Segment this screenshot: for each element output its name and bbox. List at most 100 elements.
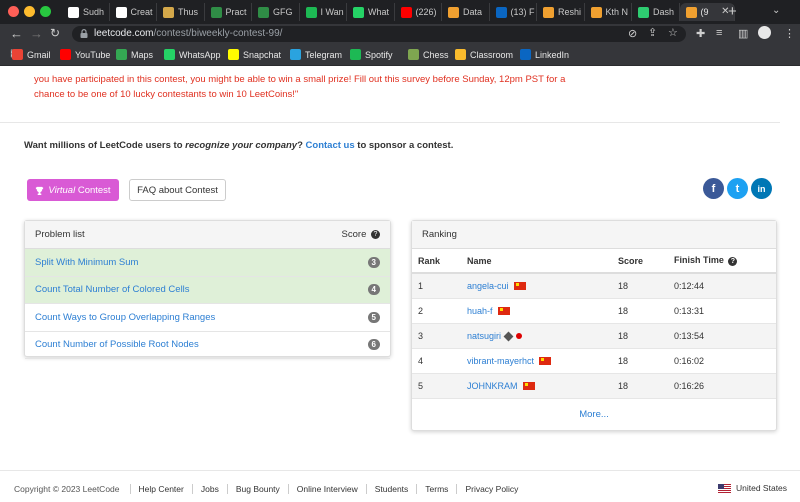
language-icon [503, 331, 514, 342]
linkedin-share-icon[interactable]: in [751, 178, 772, 199]
browser-tab[interactable]: Dash [632, 3, 680, 21]
problem-row[interactable]: Count Total Number of Colored Cells 4 [25, 276, 390, 304]
china-flag-icon [522, 382, 535, 391]
contact-us-link[interactable]: Contact us [306, 140, 355, 151]
whatsapp-icon [164, 49, 175, 60]
twitter-share-icon[interactable]: t [727, 178, 748, 199]
browser-tab[interactable]: Reshi [537, 3, 585, 21]
browser-tab[interactable]: Sudh [62, 3, 110, 21]
bookmark-whatsapp[interactable]: WhatsApp [164, 49, 221, 60]
browser-tab[interactable]: I Wan [300, 3, 347, 21]
tab-label: Sudh [83, 7, 105, 17]
bookmark-classroom[interactable]: Classroom [455, 49, 513, 60]
share-icon[interactable]: ⇪ [648, 26, 657, 39]
sponsor-suffix: to sponsor a contest. [354, 140, 454, 151]
browser-tab[interactable]: Creat [110, 3, 157, 21]
tab-favicon-icon [543, 6, 554, 18]
reload-button[interactable]: ↻ [50, 26, 60, 40]
bookmark-gmail[interactable]: Gmail [12, 49, 51, 60]
tab-favicon-icon [638, 6, 649, 18]
problem-row[interactable]: Count Ways to Group Overlapping Ranges 5 [25, 304, 390, 332]
tab-favicon-icon [115, 6, 127, 18]
footer-link-help-center[interactable]: Help Center [129, 484, 192, 494]
score-badge: 6 [367, 339, 380, 351]
tab-label: (9 [700, 7, 709, 17]
bookmark-telegram[interactable]: Telegram [290, 49, 342, 60]
problem-link[interactable]: Count Ways to Group Overlapping Ranges [35, 312, 215, 323]
help-icon[interactable]: ? [728, 256, 738, 266]
finish-time-cell: 0:16:26 [668, 372, 776, 398]
problem-link[interactable]: Split With Minimum Sum [35, 257, 138, 268]
browser-tab[interactable]: Pract [205, 3, 252, 21]
more-rankings-link[interactable]: More... [412, 398, 776, 430]
user-link[interactable]: angela-cui [461, 272, 612, 298]
browser-tab[interactable]: Thus [157, 3, 205, 21]
bookmark-label: Telegram [305, 49, 343, 60]
back-button[interactable]: ← [10, 26, 23, 41]
side-panel-icon[interactable]: ▥ [738, 27, 748, 40]
tab-label: Creat [130, 7, 153, 17]
tab-label: Pract [225, 7, 247, 17]
problem-row[interactable]: Split With Minimum Sum 3 [25, 249, 390, 277]
faq-button[interactable]: FAQ about Contest [129, 179, 226, 201]
ranking-row: 1 angela-cui 18 0:12:44 [412, 272, 776, 298]
browser-tab[interactable]: (226) [395, 3, 442, 21]
browser-tab[interactable]: (9 ✕ [679, 3, 735, 21]
trophy-icon [36, 186, 44, 195]
user-link[interactable]: vibrant-mayerhct [461, 347, 612, 373]
footer-link-privacy-policy[interactable]: Privacy Policy [456, 484, 526, 494]
browser-tab[interactable]: What [347, 3, 395, 21]
browser-tab[interactable]: Kth N [585, 3, 632, 21]
facebook-share-icon[interactable]: f [703, 178, 724, 199]
footer-link-students[interactable]: Students [365, 484, 417, 494]
footer-link-online-interview[interactable]: Online Interview [287, 484, 366, 494]
profile-avatar[interactable] [758, 26, 771, 39]
browser-tab[interactable]: (13) F [490, 3, 537, 21]
incognito-eye-icon[interactable]: ⊘ [628, 27, 637, 40]
footer-link-terms[interactable]: Terms [416, 484, 456, 494]
problem-link[interactable]: Count Total Number of Colored Cells [35, 284, 190, 295]
more-menu-icon[interactable]: ⋮ [784, 27, 795, 40]
sponsor-italic: recognize your company [185, 140, 298, 151]
bookmark-label: YouTube [75, 49, 111, 60]
zoom-window-button[interactable] [40, 6, 51, 17]
problem-list-title: Problem list [35, 229, 85, 240]
bookmark-linkedin[interactable]: LinkedIn [520, 49, 569, 60]
footer-link-jobs[interactable]: Jobs [191, 484, 227, 494]
bookmark-label: Gmail [27, 49, 51, 60]
score-badge: 3 [367, 256, 380, 268]
finish-time-cell: 0:12:44 [668, 272, 776, 298]
forward-button[interactable]: → [30, 26, 43, 41]
tab-label: GFG [273, 7, 293, 17]
user-link[interactable]: huah-f [461, 297, 612, 323]
address-bar[interactable]: leetcode.com/contest/biweekly-contest-99… [72, 26, 686, 42]
extensions-icon[interactable]: ✚ [696, 27, 705, 40]
problem-row[interactable]: Count Number of Possible Root Nodes 6 [25, 332, 390, 359]
region-selector[interactable]: United States [718, 483, 787, 493]
user-link[interactable]: JOHNKRAM [461, 372, 612, 398]
media-icon[interactable]: ≡ [716, 27, 722, 39]
bookmark-youtube[interactable]: YouTube [60, 49, 110, 60]
bookmarks-bar: ▦ GmailYouTubeMapsWhatsAppSnapchatTelegr… [0, 44, 800, 66]
bookmark-chess[interactable]: Chess [408, 49, 449, 60]
close-window-button[interactable] [8, 6, 19, 17]
bookmark-star-icon[interactable]: ☆ [668, 26, 678, 39]
browser-tab[interactable]: GFG [252, 3, 300, 21]
footer-divider [0, 470, 800, 471]
problem-list-panel: Problem list Score ? Split With Minimum … [24, 220, 391, 359]
bookmark-maps[interactable]: Maps [116, 49, 153, 60]
bookmark-snapchat[interactable]: Snapchat [228, 49, 281, 60]
browser-tab[interactable]: Data [442, 3, 490, 21]
tab-favicon-icon [590, 6, 602, 18]
finish-time-cell: 0:13:54 [668, 322, 776, 348]
footer-link-bug-bounty[interactable]: Bug Bounty [226, 484, 288, 494]
problem-link[interactable]: Count Number of Possible Root Nodes [35, 339, 199, 350]
new-tab-button[interactable]: + [728, 3, 737, 20]
bookmark-spotify[interactable]: Spotify [350, 49, 393, 60]
user-link[interactable]: natsugiri [461, 322, 612, 348]
finish-time-cell: 0:16:02 [668, 347, 776, 373]
help-icon[interactable]: ? [371, 229, 380, 239]
virtual-contest-button[interactable]: Virtual Contest [27, 179, 119, 201]
minimize-window-button[interactable] [24, 6, 35, 17]
tab-search-icon[interactable]: ⌄ [772, 5, 780, 16]
